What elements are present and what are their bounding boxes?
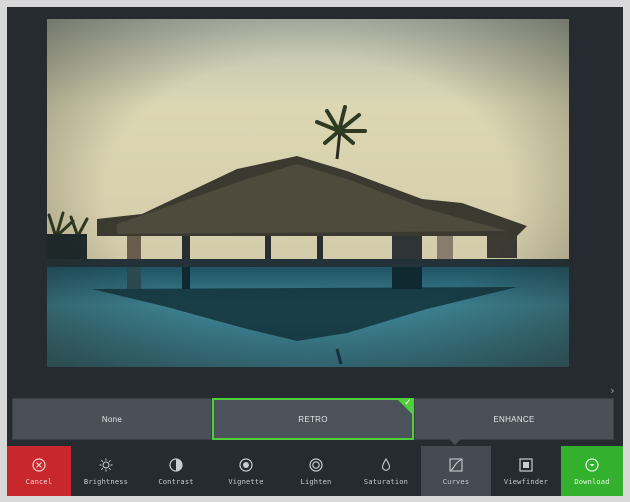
filter-label: RETRO [298,414,328,424]
photo-preview [47,19,569,367]
curve-icon [448,457,464,473]
beach-hut-image [47,19,569,367]
filter-strip: None RETRO ✓ ENHANCE [12,398,614,440]
filter-retro[interactable]: RETRO ✓ [212,398,414,440]
half-circle-icon [168,457,184,473]
viewfinder-tool[interactable]: Viewfinder [491,446,561,496]
bottom-toolbar: Cancel Brightness Contrast Vignette Ligh… [7,446,623,496]
saturation-label: Saturation [363,477,409,486]
checkmark-icon: ✓ [404,398,412,408]
photo-editor: › None RETRO ✓ ENHANCE Cancel Brightness [7,7,623,496]
arrow-down-circle-icon [584,457,600,473]
curves-tool[interactable]: Curves [421,446,491,496]
chevron-right-icon[interactable]: › [609,385,619,397]
download-button[interactable]: Download [561,446,623,496]
selected-tool-pointer [449,439,461,445]
cancel-button[interactable]: Cancel [7,446,71,496]
ring-icon [308,457,324,473]
vignette-tool[interactable]: Vignette [211,446,281,496]
square-icon [518,457,534,473]
vignette-label: Vignette [228,477,264,486]
download-label: Download [574,477,610,486]
close-circle-icon [31,457,47,473]
filter-label: ENHANCE [493,414,535,424]
curves-label: Curves [442,477,470,486]
saturation-tool[interactable]: Saturation [351,446,421,496]
contrast-tool[interactable]: Contrast [141,446,211,496]
filter-none[interactable]: None [12,398,212,440]
cancel-label: Cancel [25,477,53,486]
contrast-label: Contrast [158,477,194,486]
target-icon [238,457,254,473]
brightness-label: Brightness [83,477,129,486]
lighten-tool[interactable]: Lighten [281,446,351,496]
filter-enhance[interactable]: ENHANCE [414,398,614,440]
sun-icon [98,457,114,473]
selected-check-badge: ✓ [397,398,413,415]
lighten-label: Lighten [300,477,332,486]
drop-icon [378,457,394,473]
viewfinder-label: Viewfinder [503,477,549,486]
filter-label: None [101,414,123,424]
brightness-tool[interactable]: Brightness [71,446,141,496]
